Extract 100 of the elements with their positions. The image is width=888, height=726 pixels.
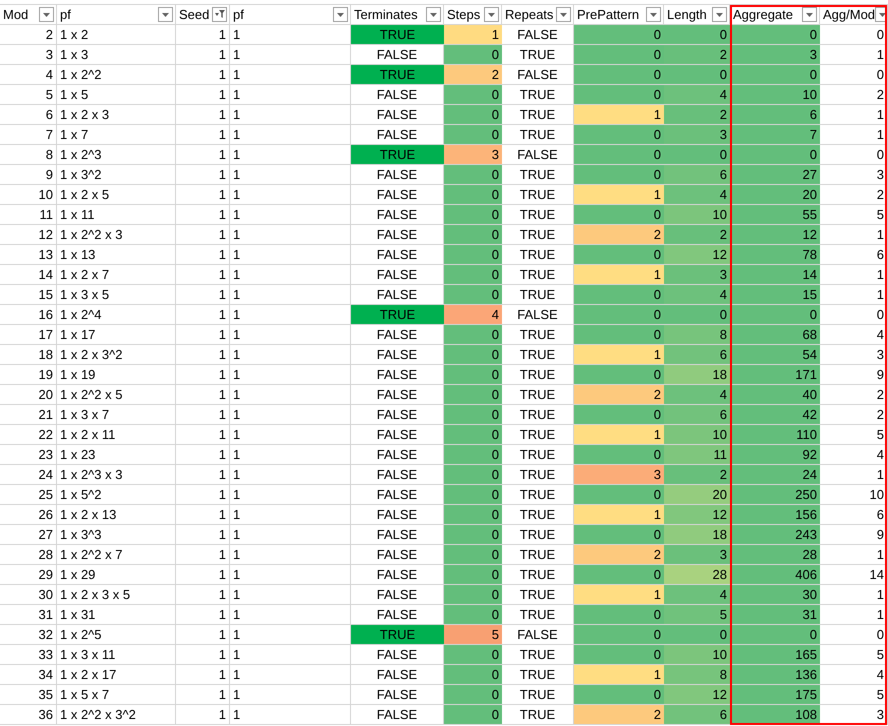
table-cell: 5 xyxy=(820,425,888,445)
table-cell: 9 xyxy=(0,165,57,185)
table-cell: 2 xyxy=(664,45,730,65)
table-cell: 19 xyxy=(0,365,57,385)
table-cell: 2 xyxy=(664,465,730,485)
table-cell: 1 xyxy=(574,585,664,605)
filter-dropdown-button[interactable] xyxy=(484,7,499,22)
table-cell: 20 xyxy=(664,485,730,505)
table-cell: 1 xyxy=(230,445,351,465)
filter-dropdown-button[interactable] xyxy=(556,7,571,22)
table-cell: 3 xyxy=(664,545,730,565)
table-cell: 0 xyxy=(444,285,502,305)
table-cell: 24 xyxy=(0,465,57,485)
caret-icon xyxy=(560,12,567,16)
filter-dropdown-button[interactable] xyxy=(39,7,54,22)
filter-dropdown-button[interactable] xyxy=(333,7,348,22)
table-cell: 0 xyxy=(444,445,502,465)
table-cell: 1 xyxy=(230,165,351,185)
table-cell: 1 xyxy=(176,85,230,105)
table-cell: 14 xyxy=(820,565,888,585)
table-cell: 1 xyxy=(176,465,230,485)
table-cell: 36 xyxy=(0,705,57,725)
table-cell: 1 xyxy=(176,245,230,265)
table-cell: 3 xyxy=(0,45,57,65)
table-cell: 1 x 2 x 13 xyxy=(57,505,176,525)
table-cell: 11 xyxy=(0,205,57,225)
table-cell: 1 x 29 xyxy=(57,565,176,585)
table-cell: 0 xyxy=(444,85,502,105)
table-cell: 22 xyxy=(0,425,57,445)
table-cell: 0 xyxy=(820,25,888,45)
table-cell: 28 xyxy=(730,545,820,565)
table-cell: 5 xyxy=(0,85,57,105)
table-cell: 1 xyxy=(176,625,230,645)
table-cell: 5 xyxy=(820,645,888,665)
table-cell: 1 xyxy=(176,345,230,365)
table-cell: 1 xyxy=(230,645,351,665)
table-cell: 1 xyxy=(230,465,351,485)
table-cell: 1 xyxy=(230,545,351,565)
table-cell: 1 xyxy=(176,285,230,305)
table-cell: 0 xyxy=(574,45,664,65)
table-cell: 17 xyxy=(0,325,57,345)
table-cell: 0 xyxy=(574,525,664,545)
table-cell: 1 x 31 xyxy=(57,605,176,625)
table-cell: 175 xyxy=(730,685,820,705)
table-cell: 7 xyxy=(730,125,820,145)
caret-icon xyxy=(430,12,437,16)
table-cell: 20 xyxy=(730,185,820,205)
table-cell: 0 xyxy=(444,405,502,425)
table-cell: TRUE xyxy=(351,65,444,85)
table-cell: 27 xyxy=(0,525,57,545)
table-cell: 1 x 5 x 7 xyxy=(57,685,176,705)
filter-dropdown-button[interactable] xyxy=(426,7,441,22)
table-cell: 12 xyxy=(664,505,730,525)
table-cell: 0 xyxy=(574,325,664,345)
table-cell: 1 x 23 xyxy=(57,445,176,465)
caret-icon xyxy=(43,12,50,16)
table-cell: 1 x 2^3 x 3 xyxy=(57,465,176,485)
table-cell: 0 xyxy=(444,645,502,665)
table-cell: 11 xyxy=(664,445,730,465)
table-cell: 3 xyxy=(820,345,888,365)
table-cell: 6 xyxy=(820,245,888,265)
table-cell: 2 xyxy=(444,65,502,85)
table-cell: 0 xyxy=(574,565,664,585)
table-cell: 3 xyxy=(574,465,664,485)
table-cell: 0 xyxy=(574,645,664,665)
table-cell: 54 xyxy=(730,345,820,365)
table-cell: 14 xyxy=(0,265,57,285)
table-cell: 1 xyxy=(176,365,230,385)
table-cell: 0 xyxy=(574,625,664,645)
table-cell: 4 xyxy=(664,185,730,205)
table-cell: 1 xyxy=(176,225,230,245)
column-header: Seed xyxy=(179,6,210,24)
table-cell: 27 xyxy=(730,165,820,185)
filter-dropdown-button[interactable] xyxy=(802,7,817,22)
table-cell: 2 xyxy=(820,405,888,425)
filter-active-button[interactable] xyxy=(212,7,227,22)
table-cell: 7 xyxy=(0,125,57,145)
table-cell: 0 xyxy=(444,485,502,505)
filter-dropdown-button[interactable] xyxy=(646,7,661,22)
caret-icon xyxy=(650,12,657,16)
table-cell: 12 xyxy=(664,685,730,705)
filter-dropdown-button[interactable] xyxy=(158,7,173,22)
table-cell: 0 xyxy=(444,505,502,525)
table-cell: 0 xyxy=(574,65,664,85)
table-cell: 30 xyxy=(0,585,57,605)
filter-dropdown-button[interactable] xyxy=(712,7,727,22)
table-cell: 1 xyxy=(176,425,230,445)
table-cell: 0 xyxy=(444,345,502,365)
table-cell: 25 xyxy=(0,485,57,505)
table-cell: 5 xyxy=(444,625,502,645)
table-cell: 0 xyxy=(444,705,502,725)
table-cell: 0 xyxy=(574,305,664,325)
table-cell: 1 x 2^3 xyxy=(57,145,176,165)
table-cell: 10 xyxy=(0,185,57,205)
table-cell: 2 xyxy=(574,545,664,565)
caret-icon xyxy=(879,12,886,16)
table-cell: 2 xyxy=(820,185,888,205)
column-header: pf xyxy=(60,6,71,24)
table-cell: 0 xyxy=(574,145,664,165)
table-cell: 2 xyxy=(820,385,888,405)
